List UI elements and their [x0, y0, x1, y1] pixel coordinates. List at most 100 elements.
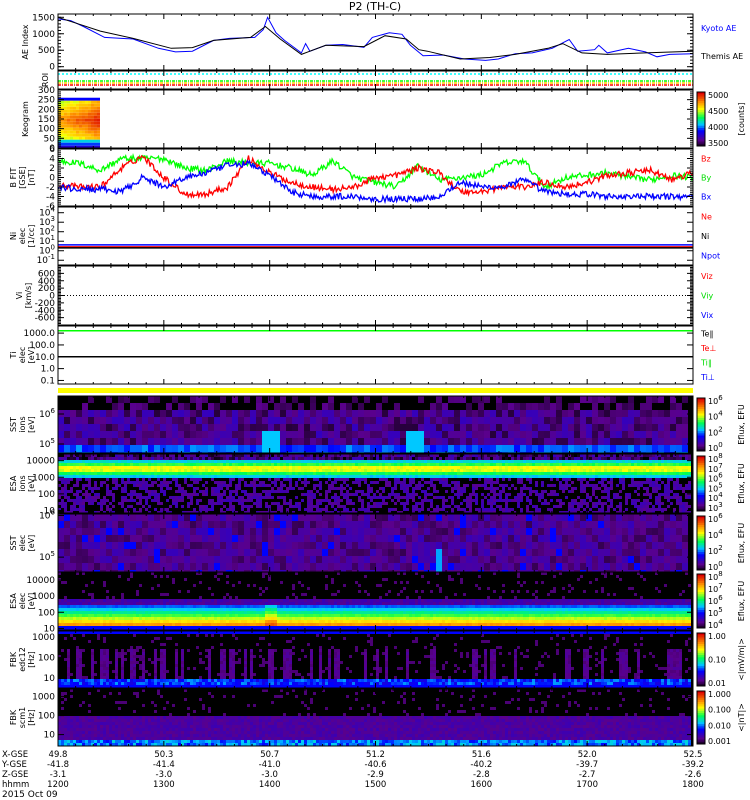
spectrogram-cell — [460, 493, 463, 496]
spectrogram-cell — [97, 124, 100, 128]
spectrogram-cell — [262, 481, 265, 484]
spectrogram-cell — [589, 484, 592, 487]
spectrogram-cell — [154, 508, 157, 511]
spectrogram-cell — [601, 457, 604, 460]
spectrogram-cell — [130, 469, 133, 472]
spectrogram-cell — [580, 505, 583, 508]
spectrogram-cell — [82, 469, 85, 472]
spectrogram-cell — [238, 431, 244, 438]
spectrogram-cell — [163, 493, 166, 496]
y-tick-label: 0 — [49, 174, 55, 184]
spectrogram-cell — [415, 502, 418, 505]
spectrogram-cell — [664, 438, 670, 445]
spectrogram-cell — [178, 424, 184, 431]
spectrogram-cell — [298, 469, 301, 472]
spectrogram-cell — [643, 499, 646, 502]
spectrogram-cell — [118, 460, 121, 463]
spectrogram-cell — [244, 493, 247, 496]
spectrogram-cell — [301, 460, 304, 463]
spectrogram-cell — [253, 466, 256, 469]
spectrogram-cell — [475, 472, 478, 475]
spectrogram-cell — [280, 431, 286, 438]
spectrogram-cell — [403, 505, 406, 508]
spectrogram-cell — [274, 424, 280, 431]
spectrogram-cell — [439, 475, 442, 478]
spectrogram-cell — [634, 505, 637, 508]
spectrogram-cell — [412, 469, 415, 472]
spectrogram-cell — [460, 487, 463, 490]
spectrogram-cell — [412, 499, 415, 502]
spectrogram-cell — [625, 499, 628, 502]
spectrogram-cell — [532, 505, 535, 508]
spectrogram-cell — [127, 481, 130, 484]
spectrogram-cell — [76, 109, 79, 113]
spectrogram-cell — [331, 487, 334, 490]
spectrogram-cell — [142, 469, 145, 472]
spectrogram-cell — [142, 445, 148, 452]
spectrogram-cell — [184, 463, 187, 466]
spectrogram-cell — [610, 481, 613, 484]
spectrogram-cell — [418, 484, 421, 487]
spectrogram-cell — [247, 508, 250, 511]
spectrogram-cell — [70, 103, 73, 107]
spectrogram-cell — [412, 472, 415, 475]
spectrogram-cell — [658, 417, 664, 424]
spectrogram-cell — [100, 475, 103, 478]
spectrogram-cell — [607, 505, 610, 508]
spectrogram-cell — [532, 466, 535, 469]
spectrogram-cell — [70, 431, 76, 438]
spectrogram-cell — [76, 493, 79, 496]
spectrogram-cell — [211, 493, 214, 496]
spectrogram-cell — [517, 496, 520, 499]
spectrogram-cell — [154, 410, 160, 417]
spectrogram-cell — [286, 475, 289, 478]
spectrogram-cell — [85, 118, 88, 122]
spectrogram-cell — [193, 457, 196, 460]
spectrogram-cell — [580, 475, 583, 478]
spectrogram-cell — [70, 478, 73, 481]
spectrogram-cell — [586, 475, 589, 478]
spectrogram-cell — [646, 463, 649, 466]
spectrogram-cell — [439, 472, 442, 475]
spectrogram-cell — [562, 438, 568, 445]
spectrogram-cell — [430, 499, 433, 502]
spectrogram-cell — [457, 508, 460, 511]
spectrogram-cell — [346, 445, 352, 452]
spectrogram-cell — [298, 417, 304, 424]
spectrogram-cell — [238, 484, 241, 487]
spectrogram-cell — [466, 431, 472, 438]
spectrogram-cell — [442, 502, 445, 505]
spectrogram-cell — [676, 403, 682, 410]
spectrogram-cell — [124, 481, 127, 484]
spectrogram-cell — [496, 457, 499, 460]
spectrogram-cell — [172, 431, 178, 438]
spectrogram-cell — [436, 396, 442, 403]
spectrogram-cell — [94, 472, 97, 475]
spectrogram-cell — [466, 472, 469, 475]
spectrogram-cell — [343, 505, 346, 508]
spectrogram-cell — [286, 460, 289, 463]
spectrogram-cell — [334, 424, 340, 431]
spectrogram-cell — [64, 130, 67, 134]
spectrogram-cell — [184, 431, 190, 438]
spectrogram-cell — [634, 410, 640, 417]
spectrogram-cell — [484, 469, 487, 472]
spectrogram-cell — [451, 487, 454, 490]
spectrogram-cell — [637, 508, 640, 511]
spectrogram-cell — [382, 475, 385, 478]
spectrogram-cell — [532, 417, 538, 424]
spectrogram-cell — [217, 484, 220, 487]
spectrogram-cell — [106, 460, 109, 463]
spectrogram-cell — [364, 508, 367, 511]
spectrogram-cell — [106, 457, 109, 460]
spectrogram-cell — [385, 466, 388, 469]
spectrogram-cell — [235, 457, 238, 460]
spectrogram-cell — [544, 457, 547, 460]
spectrogram-cell — [361, 490, 364, 493]
spectrogram-cell — [391, 469, 394, 472]
spectrogram-cell — [643, 481, 646, 484]
spectrogram-cell — [526, 475, 529, 478]
spectrogram-cell — [118, 410, 124, 417]
spectrogram-cell — [67, 139, 70, 143]
spectrogram-cell — [211, 505, 214, 508]
